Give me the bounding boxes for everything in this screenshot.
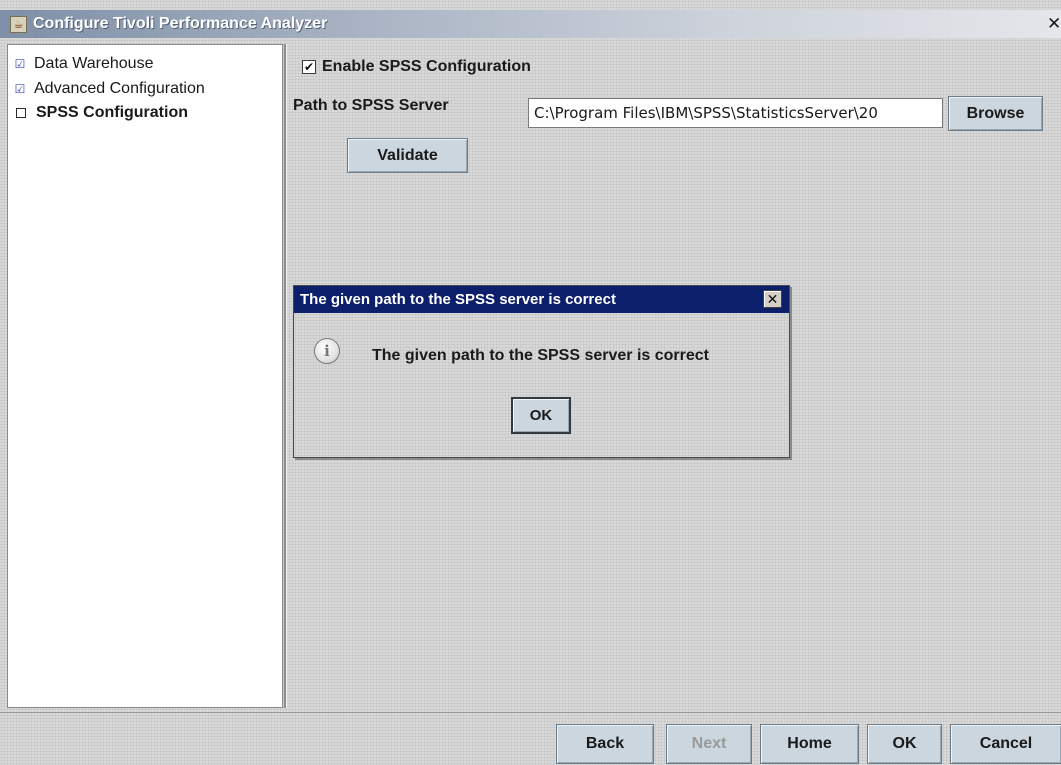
close-window-button[interactable]: ✕	[1047, 15, 1061, 33]
java-cup-icon: ☕	[10, 15, 27, 33]
enable-spss-row[interactable]: ✔ Enable SPSS Configuration	[302, 58, 531, 76]
enable-spss-label: Enable SPSS Configuration	[322, 58, 531, 75]
checked-icon: ☑	[14, 82, 26, 96]
nav-item-spss-configuration[interactable]: SPSS Configuration	[14, 104, 188, 122]
dialog-message: The given path to the SPSS server is cor…	[372, 347, 709, 364]
footer-divider	[0, 712, 1061, 713]
nav-item-advanced-configuration[interactable]: ☑ Advanced Configuration	[14, 80, 205, 98]
path-label: Path to SPSS Server	[293, 97, 449, 114]
validation-dialog: The given path to the SPSS server is cor…	[293, 285, 790, 458]
dialog-ok-button[interactable]: OK	[511, 397, 571, 434]
spss-path-field[interactable]: C:\Program Files\IBM\SPSS\StatisticsServ…	[528, 98, 943, 128]
nav-item-label: SPSS Configuration	[36, 104, 188, 121]
validate-button[interactable]: Validate	[347, 138, 468, 173]
next-button[interactable]: Next	[666, 724, 752, 764]
ok-button[interactable]: OK	[867, 724, 942, 764]
checked-icon: ☑	[14, 57, 26, 71]
panel-divider[interactable]	[284, 44, 287, 708]
window-title: Configure Tivoli Performance Analyzer	[33, 15, 328, 32]
nav-item-label: Data Warehouse	[34, 55, 154, 72]
browse-button[interactable]: Browse	[948, 96, 1043, 131]
enable-spss-checkbox[interactable]: ✔	[302, 60, 316, 74]
info-icon: i	[314, 338, 340, 364]
nav-item-label: Advanced Configuration	[34, 80, 205, 97]
navigation-panel: ☑ Data Warehouse ☑ Advanced Configuratio…	[7, 44, 283, 708]
dialog-title: The given path to the SPSS server is cor…	[300, 291, 616, 308]
home-button[interactable]: Home	[760, 724, 859, 764]
unchecked-box-icon	[16, 108, 26, 118]
dialog-close-button[interactable]: ✕	[763, 290, 782, 308]
nav-item-data-warehouse[interactable]: ☑ Data Warehouse	[14, 55, 154, 73]
back-button[interactable]: Back	[556, 724, 654, 764]
cancel-button[interactable]: Cancel	[950, 724, 1061, 764]
title-bar[interactable]: ☕ Configure Tivoli Performance Analyzer …	[0, 10, 1061, 38]
configure-window: ☕ Configure Tivoli Performance Analyzer …	[0, 0, 1061, 765]
dialog-title-bar[interactable]: The given path to the SPSS server is cor…	[294, 286, 789, 313]
